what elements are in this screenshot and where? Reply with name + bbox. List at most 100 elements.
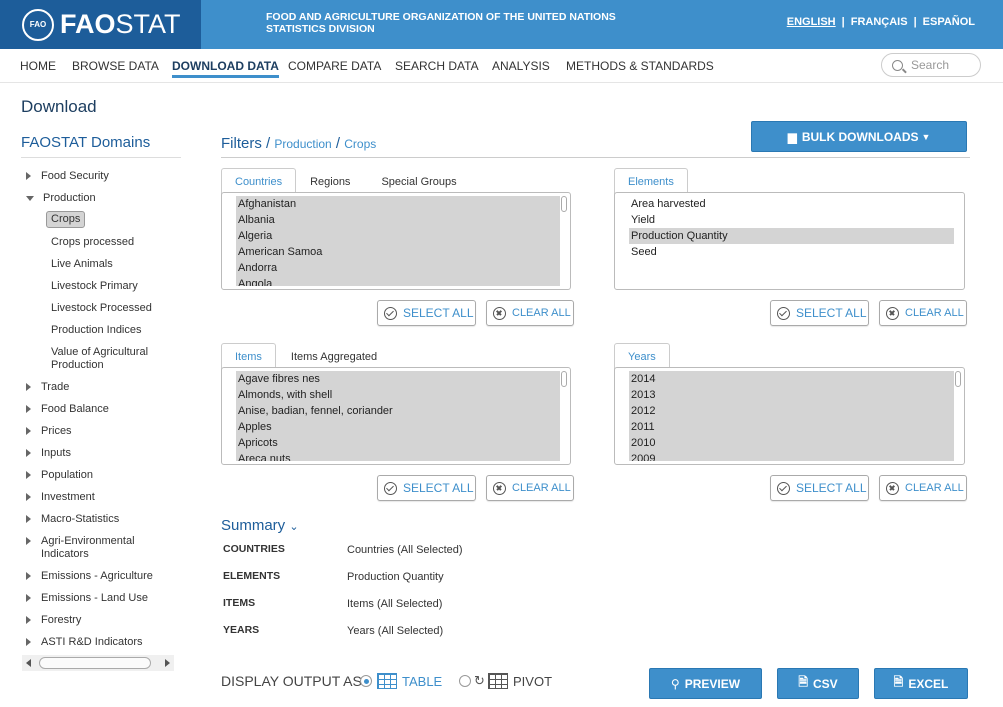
list-item[interactable]: Albania (236, 212, 560, 228)
tab-years[interactable]: Years (614, 343, 670, 370)
sidebar-item-population[interactable]: Population (26, 469, 93, 481)
x-circle-icon (886, 306, 899, 320)
nav-analysis[interactable]: ANALYSIS (492, 59, 550, 73)
years-select-all-button[interactable]: SELECT ALL (770, 475, 869, 501)
list-item[interactable]: Areca nuts (236, 451, 560, 461)
lang-spanish[interactable]: ESPAÑOL (923, 16, 975, 28)
list-item[interactable]: Angola (236, 276, 560, 286)
sidebar-item-emissions-land-use[interactable]: Emissions - Land Use (26, 592, 148, 604)
list-item[interactable]: Anise, badian, fennel, coriander (236, 403, 560, 419)
nav-browse-data[interactable]: BROWSE DATA (72, 59, 159, 73)
sidebar-sub-crops-processed[interactable]: Crops processed (51, 236, 134, 249)
list-item[interactable]: Apricots (236, 435, 560, 451)
elements-select-all-button[interactable]: SELECT ALL (770, 300, 869, 326)
collapse-arrow-icon (26, 196, 34, 201)
countries-clear-all-button[interactable]: CLEAR ALL (486, 300, 574, 326)
sidebar-sub-live-animals[interactable]: Live Animals (51, 258, 113, 271)
tab-items[interactable]: Items (221, 343, 276, 370)
countries-list[interactable]: Afghanistan Albania Algeria American Sam… (221, 192, 571, 290)
lang-english[interactable]: ENGLISH (787, 16, 836, 28)
radio-pivot[interactable] (459, 675, 471, 687)
scroll-left-icon[interactable] (26, 659, 31, 667)
list-item[interactable]: 2012 (629, 403, 954, 419)
sidebar-item-production[interactable]: Production (26, 192, 96, 204)
list-item[interactable]: 2009 (629, 451, 954, 461)
sidebar-item-emissions-agriculture[interactable]: Emissions - Agriculture (26, 570, 153, 582)
bulk-downloads-button[interactable]: ▆ BULK DOWNLOADS ▼ (751, 121, 967, 152)
sidebar-sub-value-agricultural-production[interactable]: Value of Agricultural Production (51, 346, 171, 372)
crumb-production[interactable]: Production (274, 137, 331, 151)
list-item[interactable]: Afghanistan (236, 196, 560, 212)
search-input[interactable]: Search (881, 53, 981, 77)
list-item[interactable]: American Samoa (236, 244, 560, 260)
scroll-right-icon[interactable] (165, 659, 170, 667)
option-table-label[interactable]: TABLE (402, 674, 442, 689)
sidebar-item-food-security[interactable]: Food Security (26, 170, 109, 182)
elements-list[interactable]: Area harvested Yield Production Quantity… (614, 192, 965, 290)
sidebar-item-agri-environmental[interactable]: Agri-Environmental Indicators (26, 535, 156, 561)
list-item[interactable]: Production Quantity (629, 228, 954, 244)
sidebar-item-trade[interactable]: Trade (26, 381, 69, 393)
list-scrollbar[interactable] (955, 371, 961, 387)
list-item[interactable]: Almonds, with shell (236, 387, 560, 403)
nav-download-data[interactable]: DOWNLOAD DATA (172, 59, 279, 78)
nav-home[interactable]: HOME (20, 59, 56, 73)
items-list[interactable]: Agave fibres nes Almonds, with shell Ani… (221, 367, 571, 465)
sidebar-item-inputs[interactable]: Inputs (26, 447, 71, 459)
csv-button[interactable]: 🗎 CSV (777, 668, 859, 699)
tab-special-groups[interactable]: Special Groups (364, 168, 470, 195)
summary-toggle[interactable]: Summary ⌄ (221, 517, 299, 534)
list-item[interactable]: 2011 (629, 419, 954, 435)
lang-separator: | (913, 16, 917, 28)
sidebar-item-investment[interactable]: Investment (26, 491, 95, 503)
summary-label-countries: COUNTRIES (223, 543, 285, 555)
sidebar-item-asti-rd[interactable]: ASTI R&D Indicators (26, 636, 142, 648)
list-item[interactable]: Algeria (236, 228, 560, 244)
sidebar-sub-livestock-primary[interactable]: Livestock Primary (51, 280, 138, 293)
sidebar-item-food-balance[interactable]: Food Balance (26, 403, 109, 415)
list-scrollbar[interactable] (561, 371, 567, 387)
years-tabs: Years (614, 343, 670, 370)
excel-file-icon: 🗎 (893, 675, 904, 689)
crumb-crops[interactable]: Crops (344, 137, 376, 151)
items-select-all-button[interactable]: SELECT ALL (377, 475, 476, 501)
tab-elements[interactable]: Elements (614, 168, 688, 195)
x-circle-icon (493, 306, 506, 320)
years-list[interactable]: 2014 2013 2012 2011 2010 2009 (614, 367, 965, 465)
list-item[interactable]: Yield (629, 212, 954, 228)
nav-compare-data[interactable]: COMPARE DATA (288, 59, 381, 73)
tab-countries[interactable]: Countries (221, 168, 297, 195)
option-pivot-label[interactable]: PIVOT (513, 674, 552, 689)
list-item[interactable]: 2014 (629, 371, 954, 387)
list-scrollbar[interactable] (561, 196, 567, 212)
list-item[interactable]: Area harvested (629, 196, 954, 212)
sidebar-item-prices[interactable]: Prices (26, 425, 72, 437)
nav-methods-standards[interactable]: METHODS & STANDARDS (566, 59, 714, 73)
list-item[interactable]: Seed (629, 244, 954, 260)
sidebar-item-macro-statistics[interactable]: Macro-Statistics (26, 513, 119, 525)
scrollbar-thumb[interactable] (39, 657, 151, 669)
list-item[interactable]: Apples (236, 419, 560, 435)
radio-table[interactable] (360, 675, 372, 687)
items-clear-all-button[interactable]: CLEAR ALL (486, 475, 574, 501)
sidebar-sub-livestock-processed[interactable]: Livestock Processed (51, 302, 152, 315)
top-header: FAO FAOSTAT FOOD AND AGRICULTURE ORGANIZ… (0, 0, 1003, 49)
list-item[interactable]: Andorra (236, 260, 560, 276)
countries-select-all-button[interactable]: SELECT ALL (377, 300, 476, 326)
list-item[interactable]: 2013 (629, 387, 954, 403)
sidebar-horizontal-scrollbar[interactable] (22, 655, 174, 671)
preview-button[interactable]: ⚲ PREVIEW (649, 668, 762, 699)
faostat-logo[interactable]: FAO FAOSTAT (0, 0, 201, 49)
excel-button[interactable]: 🗎 EXCEL (874, 668, 968, 699)
list-item[interactable]: 2010 (629, 435, 954, 451)
years-clear-all-button[interactable]: CLEAR ALL (879, 475, 967, 501)
lang-french[interactable]: FRANÇAIS (851, 16, 908, 28)
sidebar-item-forestry[interactable]: Forestry (26, 614, 81, 626)
nav-search-data[interactable]: SEARCH DATA (395, 59, 479, 73)
elements-clear-all-button[interactable]: CLEAR ALL (879, 300, 967, 326)
sidebar-sub-crops[interactable]: Crops (46, 211, 86, 228)
list-item[interactable]: Agave fibres nes (236, 371, 560, 387)
sidebar-sub-production-indices[interactable]: Production Indices (51, 324, 142, 337)
tab-items-aggregated[interactable]: Items Aggregated (276, 343, 391, 370)
tab-regions[interactable]: Regions (296, 168, 364, 195)
